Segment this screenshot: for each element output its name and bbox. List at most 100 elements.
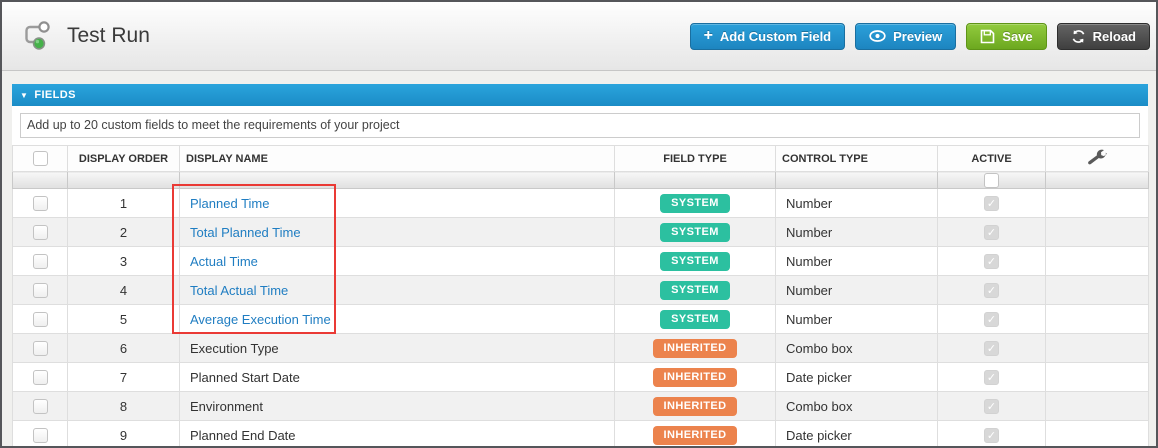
active-checkbox: ✓ [984, 370, 999, 385]
field-type-badge: SYSTEM [660, 281, 730, 300]
control-type-value: Number [786, 312, 832, 327]
display-name[interactable]: Total Actual Time [190, 283, 288, 298]
save-disk-icon [980, 29, 995, 44]
row-checkbox[interactable] [33, 312, 48, 327]
control-type-value: Date picker [786, 428, 852, 443]
actions-cell [1046, 218, 1149, 247]
actions-cell [1046, 334, 1149, 363]
field-type-badge: INHERITED [653, 397, 738, 416]
field-type-badge: INHERITED [653, 368, 738, 387]
actions-cell [1046, 363, 1149, 392]
toolbar: + Add Custom Field Preview [690, 23, 1150, 50]
table-row: 8 Environment INHERITED Combo box ✓ [13, 392, 1149, 421]
control-type-value: Number [786, 225, 832, 240]
fields-panel-title: FIELDS [34, 89, 76, 101]
top-bar: Test Run + Add Custom Field Preview [2, 2, 1156, 71]
row-checkbox[interactable] [33, 254, 48, 269]
plus-icon: + [704, 28, 713, 44]
active-checkbox: ✓ [984, 196, 999, 211]
table-header-row: DISPLAY ORDER DISPLAY NAME FIELD TYPE CO… [13, 146, 1149, 172]
active-all-checkbox[interactable] [984, 173, 999, 188]
display-order-value: 2 [120, 225, 127, 240]
display-order-value: 9 [120, 428, 127, 443]
collapse-caret-icon: ▼ [20, 91, 28, 100]
field-type-badge: SYSTEM [660, 223, 730, 242]
display-name[interactable]: Average Execution Time [190, 312, 331, 327]
control-type-value: Number [786, 254, 832, 269]
row-checkbox[interactable] [33, 428, 48, 443]
add-custom-field-button[interactable]: + Add Custom Field [690, 23, 846, 50]
actions-cell [1046, 392, 1149, 421]
refresh-icon [1071, 29, 1086, 44]
table-row: 5 Average Execution Time SYSTEM Number ✓ [13, 305, 1149, 334]
row-checkbox[interactable] [33, 370, 48, 385]
table-row: 7 Planned Start Date INHERITED Date pick… [13, 363, 1149, 392]
row-checkbox[interactable] [33, 399, 48, 414]
display-order-value: 4 [120, 283, 127, 298]
column-header-display-order: DISPLAY ORDER [68, 146, 180, 172]
control-type-value: Number [786, 283, 832, 298]
display-order-value: 3 [120, 254, 127, 269]
row-checkbox[interactable] [33, 196, 48, 211]
fields-table: DISPLAY ORDER DISPLAY NAME FIELD TYPE CO… [12, 145, 1149, 448]
control-type-value: Combo box [786, 341, 852, 356]
active-checkbox: ✓ [984, 254, 999, 269]
display-order-value: 7 [120, 370, 127, 385]
page-title: Test Run [67, 24, 150, 48]
column-header-actions [1046, 146, 1149, 172]
display-order-value: 1 [120, 196, 127, 211]
row-checkbox[interactable] [33, 341, 48, 356]
select-all-checkbox[interactable] [33, 151, 48, 166]
fields-panel-header[interactable]: ▼ FIELDS [12, 84, 1148, 106]
table-row: 4 Total Actual Time SYSTEM Number ✓ [13, 276, 1149, 305]
column-header-control-type: CONTROL TYPE [776, 146, 938, 172]
row-checkbox[interactable] [33, 225, 48, 240]
table-body: 1 Planned Time SYSTEM Number ✓ 2 Total P… [13, 189, 1149, 448]
table-row: 6 Execution Type INHERITED Combo box ✓ [13, 334, 1149, 363]
actions-cell [1046, 276, 1149, 305]
table-filter-row [13, 172, 1149, 189]
active-checkbox: ✓ [984, 341, 999, 356]
app-window: Test Run + Add Custom Field Preview [0, 0, 1158, 448]
column-header-field-type: FIELD TYPE [615, 146, 776, 172]
display-name: Environment [190, 399, 263, 414]
display-order-value: 8 [120, 399, 127, 414]
column-header-display-name: DISPLAY NAME [180, 146, 615, 172]
eye-icon [869, 30, 886, 42]
test-run-icon [20, 19, 52, 53]
reload-button[interactable]: Reload [1057, 23, 1150, 50]
display-name: Planned End Date [190, 428, 296, 443]
table-row: 2 Total Planned Time SYSTEM Number ✓ [13, 218, 1149, 247]
active-checkbox: ✓ [984, 399, 999, 414]
actions-cell [1046, 305, 1149, 334]
field-type-badge: SYSTEM [660, 194, 730, 213]
active-checkbox: ✓ [984, 312, 999, 327]
table-row: 1 Planned Time SYSTEM Number ✓ [13, 189, 1149, 218]
actions-cell [1046, 421, 1149, 448]
field-type-badge: SYSTEM [660, 310, 730, 329]
active-checkbox: ✓ [984, 283, 999, 298]
display-name: Planned Start Date [190, 370, 300, 385]
field-type-badge: INHERITED [653, 426, 738, 445]
field-type-badge: INHERITED [653, 339, 738, 358]
table-row: 9 Planned End Date INHERITED Date picker… [13, 421, 1149, 448]
control-type-value: Combo box [786, 399, 852, 414]
save-button[interactable]: Save [966, 23, 1046, 50]
row-checkbox[interactable] [33, 283, 48, 298]
fields-description: Add up to 20 custom fields to meet the r… [20, 113, 1140, 138]
display-name[interactable]: Planned Time [190, 196, 270, 211]
active-checkbox: ✓ [984, 225, 999, 240]
display-name: Execution Type [190, 341, 279, 356]
field-type-badge: SYSTEM [660, 252, 730, 271]
display-order-value: 5 [120, 312, 127, 327]
control-type-value: Date picker [786, 370, 852, 385]
preview-button[interactable]: Preview [855, 23, 956, 50]
actions-cell [1046, 189, 1149, 218]
wrench-icon [1052, 148, 1142, 169]
display-name[interactable]: Total Planned Time [190, 225, 301, 240]
display-name[interactable]: Actual Time [190, 254, 258, 269]
actions-cell [1046, 247, 1149, 276]
fields-panel-body: Add up to 20 custom fields to meet the r… [12, 106, 1148, 145]
display-order-value: 6 [120, 341, 127, 356]
column-header-active: ACTIVE [938, 146, 1046, 172]
